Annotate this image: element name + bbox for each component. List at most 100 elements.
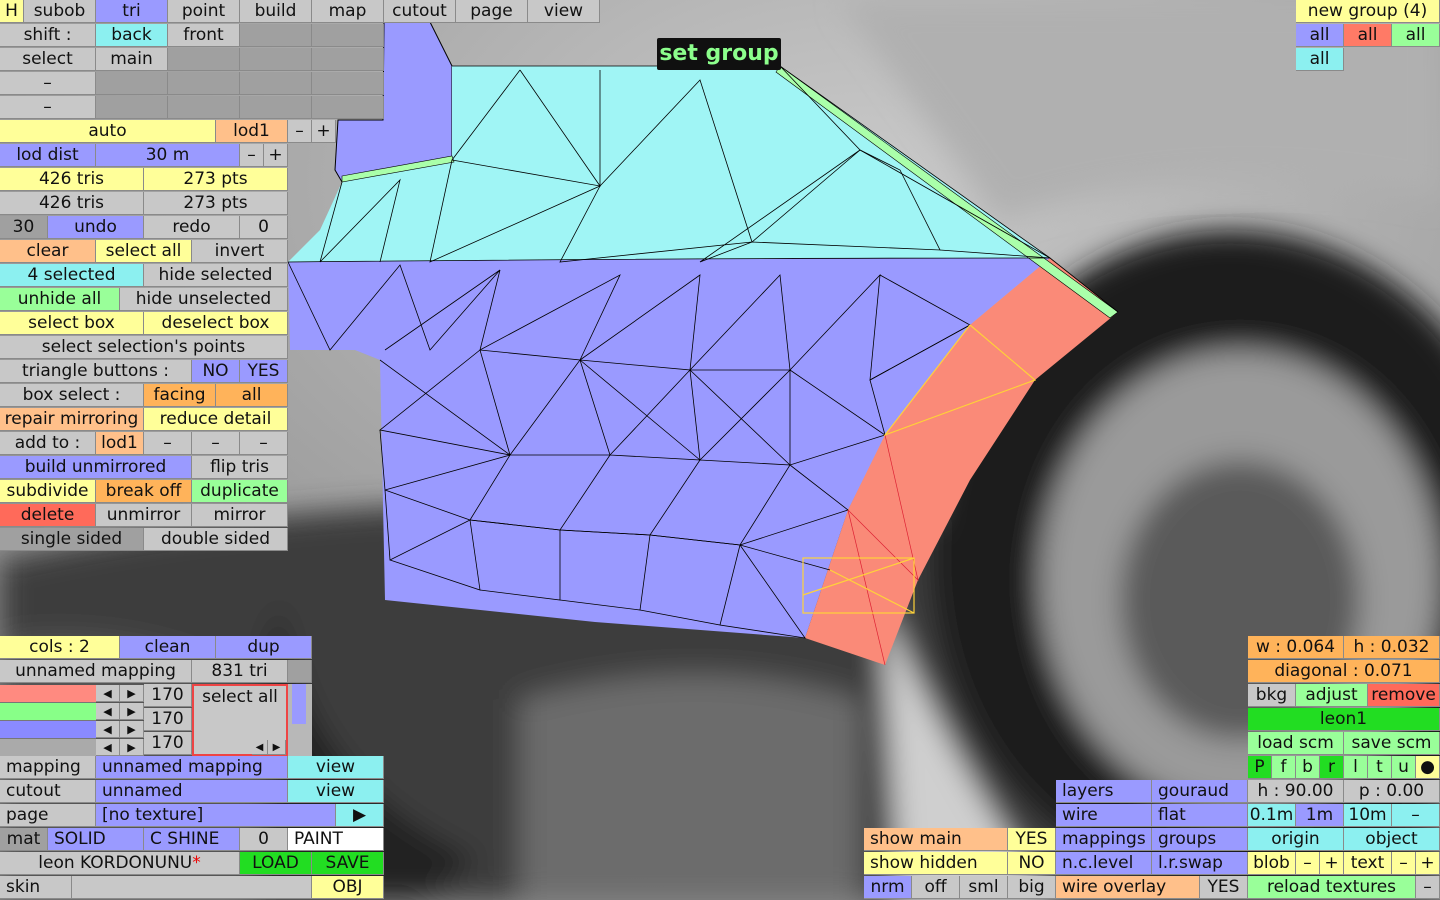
- scale-minus-button[interactable]: –: [1392, 804, 1440, 827]
- color-channel-blue[interactable]: [0, 721, 96, 739]
- undo-button[interactable]: undo: [48, 216, 144, 239]
- box-select-facing[interactable]: facing: [144, 384, 216, 407]
- invert-button[interactable]: invert: [192, 240, 288, 263]
- flat-button[interactable]: flat: [1152, 804, 1248, 827]
- tab-build[interactable]: build: [240, 0, 312, 23]
- nc-level-button[interactable]: n.c.level: [1056, 852, 1152, 875]
- arrow-left-button[interactable]: ◀: [96, 739, 120, 756]
- double-sided-button[interactable]: double sided: [144, 528, 288, 551]
- blob-minus-button[interactable]: –: [1296, 852, 1320, 875]
- redo-button[interactable]: redo: [144, 216, 240, 239]
- build-unmirrored-button[interactable]: build unmirrored: [0, 456, 192, 479]
- show-main-yes[interactable]: YES: [1008, 828, 1056, 851]
- mappings-button[interactable]: mappings: [1056, 828, 1152, 851]
- tab-tri[interactable]: tri: [96, 0, 168, 23]
- view-button-r[interactable]: r: [1320, 756, 1344, 779]
- view-button-l[interactable]: l: [1344, 756, 1368, 779]
- add-to-slot[interactable]: –: [144, 432, 192, 455]
- mapping-name-field[interactable]: unnamed mapping: [96, 756, 288, 779]
- channel-value-blue[interactable]: 170: [144, 732, 192, 755]
- remove-button[interactable]: remove: [1368, 684, 1440, 707]
- add-to-slot[interactable]: –: [192, 432, 240, 455]
- layers-button[interactable]: layers: [1056, 780, 1152, 803]
- lod-plus-button[interactable]: +: [312, 120, 336, 143]
- box-select-all[interactable]: all: [216, 384, 288, 407]
- view-button-u[interactable]: u: [1392, 756, 1416, 779]
- view-button-p[interactable]: P: [1248, 756, 1272, 779]
- lod-dist-plus-button[interactable]: +: [264, 144, 288, 167]
- nrm-button[interactable]: nrm: [864, 876, 912, 899]
- groups-button[interactable]: groups: [1152, 828, 1248, 851]
- adjust-button[interactable]: adjust: [1296, 684, 1368, 707]
- duplicate-button[interactable]: duplicate: [192, 480, 288, 503]
- reload-textures-button[interactable]: reload textures: [1248, 876, 1416, 899]
- save-button[interactable]: SAVE: [312, 852, 384, 875]
- tab-page[interactable]: page: [456, 0, 528, 23]
- color-channel-red[interactable]: [0, 685, 96, 703]
- text-plus-button[interactable]: +: [1416, 852, 1440, 875]
- arrow-left-button[interactable]: ◀: [96, 721, 120, 738]
- group-all-blue[interactable]: all: [1296, 24, 1344, 47]
- tab-point[interactable]: point: [168, 0, 240, 23]
- lod-minus-button[interactable]: –: [288, 120, 312, 143]
- arrow-left-button[interactable]: ◀: [96, 703, 120, 720]
- paint-button[interactable]: PAINT: [288, 828, 384, 851]
- blob-plus-button[interactable]: +: [1320, 852, 1344, 875]
- object-button[interactable]: object: [1344, 828, 1440, 851]
- new-group-button[interactable]: new group (4): [1296, 0, 1440, 23]
- add-to-slot[interactable]: –: [240, 432, 288, 455]
- arrow-right-button[interactable]: ▶: [120, 739, 144, 756]
- view-button-t[interactable]: t: [1368, 756, 1392, 779]
- deselect-box-button[interactable]: deselect box: [144, 312, 288, 335]
- dash-button[interactable]: –: [0, 96, 96, 119]
- select-selections-points-button[interactable]: select selection's points: [0, 336, 288, 359]
- subdivide-button[interactable]: subdivide: [0, 480, 96, 503]
- arrow-left-button[interactable]: ◀: [252, 740, 268, 755]
- unhide-all-button[interactable]: unhide all: [0, 288, 120, 311]
- repair-mirroring-button[interactable]: repair mirroring: [0, 408, 144, 431]
- add-to-lod1[interactable]: lod1: [96, 432, 144, 455]
- single-sided-button[interactable]: single sided: [0, 528, 144, 551]
- select-box-button[interactable]: select box: [0, 312, 144, 335]
- mapping-view-button[interactable]: view: [288, 756, 384, 779]
- hide-unselected-button[interactable]: hide unselected: [120, 288, 288, 311]
- load-scm-button[interactable]: load scm: [1248, 732, 1344, 755]
- mat-zero-value[interactable]: 0: [240, 828, 288, 851]
- wire-button[interactable]: wire: [1056, 804, 1152, 827]
- lod-dist-minus-button[interactable]: –: [240, 144, 264, 167]
- cutout-view-button[interactable]: view: [288, 780, 384, 803]
- save-scm-button[interactable]: save scm: [1344, 732, 1440, 755]
- hide-selected-button[interactable]: hide selected: [144, 264, 288, 287]
- wire-overlay-button[interactable]: wire overlay: [1056, 876, 1200, 899]
- channel-value-red[interactable]: 170: [144, 684, 192, 707]
- set-group-button[interactable]: set group: [657, 38, 781, 70]
- arrow-right-button[interactable]: ▶: [120, 685, 144, 702]
- obj-button[interactable]: OBJ: [312, 876, 384, 899]
- background-name[interactable]: leon1: [1248, 708, 1440, 731]
- tab-view[interactable]: view: [528, 0, 600, 23]
- color-channel-green[interactable]: [0, 703, 96, 721]
- origin-button[interactable]: origin: [1248, 828, 1344, 851]
- scale-01m-button[interactable]: 0.1m: [1248, 804, 1296, 827]
- lod-dist-value[interactable]: 30 m: [96, 144, 240, 167]
- select-main-button[interactable]: main: [96, 48, 168, 71]
- text-minus-button[interactable]: –: [1392, 852, 1416, 875]
- material-name[interactable]: leon KORDONUNU*: [0, 852, 240, 875]
- clean-button[interactable]: clean: [120, 636, 216, 659]
- text-button[interactable]: text: [1344, 852, 1392, 875]
- dup-button[interactable]: dup: [216, 636, 312, 659]
- clear-button[interactable]: clear: [0, 240, 96, 263]
- tab-h[interactable]: H: [0, 0, 24, 23]
- tab-map[interactable]: map: [312, 0, 384, 23]
- arrow-right-button[interactable]: ▶: [120, 703, 144, 720]
- reduce-detail-button[interactable]: reduce detail: [144, 408, 288, 431]
- group-all-cyan[interactable]: all: [1296, 48, 1344, 71]
- tab-cutout[interactable]: cutout: [384, 0, 456, 23]
- auto-lod-button[interactable]: auto: [0, 120, 216, 143]
- scale-10m-button[interactable]: 10m: [1344, 804, 1392, 827]
- arrow-right-button[interactable]: ▶: [268, 740, 286, 755]
- scale-1m-button[interactable]: 1m: [1296, 804, 1344, 827]
- texture-play-button[interactable]: ▶: [336, 804, 384, 827]
- cutout-name-field[interactable]: unnamed: [96, 780, 288, 803]
- wire-overlay-yes[interactable]: YES: [1200, 876, 1248, 899]
